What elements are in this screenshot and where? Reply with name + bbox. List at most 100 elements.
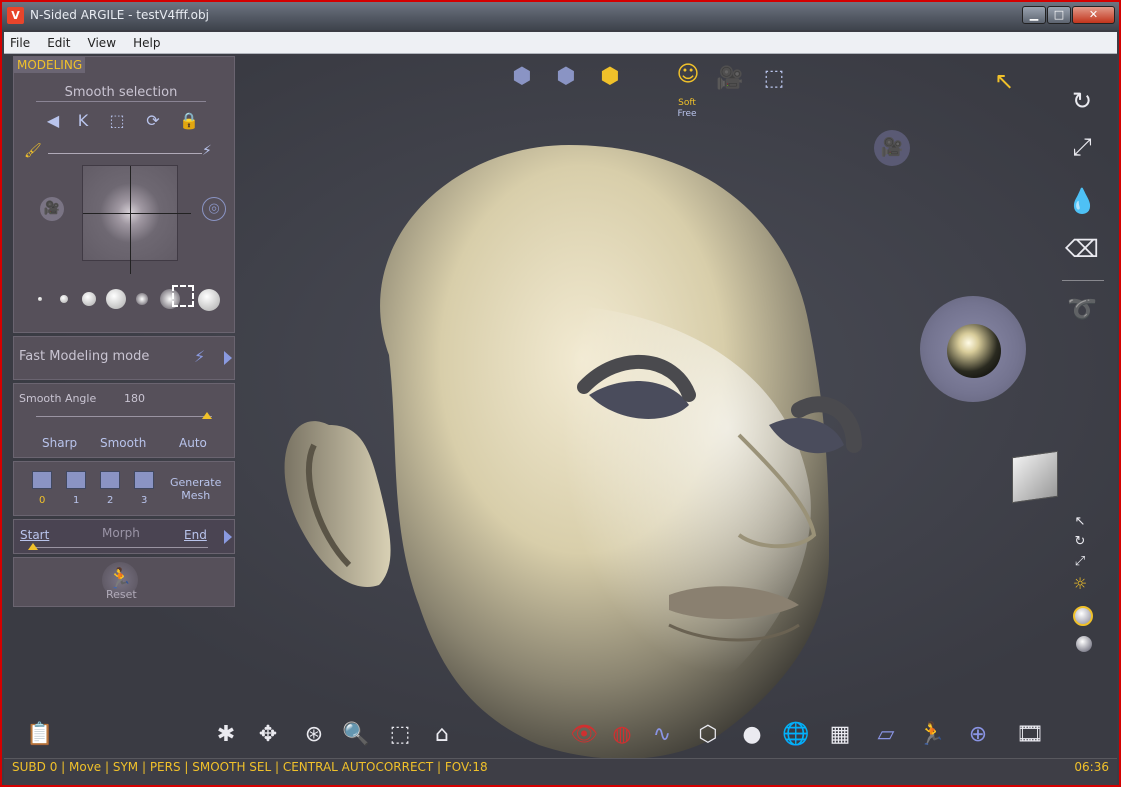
film-camera-icon[interactable]: 🎥 [714,64,746,96]
spotlight-icon[interactable]: ☼ [1068,572,1092,596]
scale-icon[interactable]: ⤢ [1065,130,1099,164]
angle-sharp-option[interactable]: Sharp [42,436,77,450]
zoom-icon[interactable]: 🔍 [340,720,372,750]
brush-soft-1[interactable] [136,293,148,305]
subd-level-1-icon[interactable] [66,471,86,489]
shaded-sphere-icon[interactable]: ● [736,720,768,750]
brush-lightning-icon[interactable]: ⚡ [202,143,212,159]
select-first-icon[interactable]: ◀ [42,111,64,131]
smooth-selection-label: Smooth selection [36,85,206,102]
menu-edit[interactable]: Edit [41,33,76,50]
brush-soft-icon[interactable]: 🖌 [24,143,42,159]
brush-camera-icon[interactable]: 🎥 [40,197,64,221]
wire-sphere-icon[interactable]: ◍ [606,720,638,750]
head-model[interactable] [269,125,869,758]
generate-mesh-line1: Generate [170,476,222,489]
morph-start-link[interactable]: Start [20,528,49,542]
brush-size-1[interactable] [38,297,42,301]
menu-file[interactable]: File [4,33,36,50]
face-select-icon[interactable]: ⬢ [594,62,626,94]
angle-smooth-option[interactable]: Smooth [100,436,146,450]
eraser-icon[interactable]: ⌫ [1065,232,1099,266]
symmetry-icon[interactable]: ✱ [210,720,242,750]
edge-select-icon[interactable]: ⬢ [550,62,582,94]
status-bar: SUBD 0 | Move | SYM | PERS | SMOOTH SEL … [4,758,1117,775]
notes-icon[interactable]: 📋 [24,720,56,750]
brush-strength-slider[interactable] [48,153,202,154]
subd-level-1: 1 [73,495,80,506]
morph-label: Morph [102,526,140,540]
morph-slider[interactable] [30,547,208,548]
maximize-button[interactable]: □ [1047,6,1071,24]
toolbar-divider [1062,280,1104,281]
small-pointer-icon[interactable]: ↖ [1068,512,1092,532]
perspective-icon[interactable]: ⬚ [758,64,790,96]
minimize-button[interactable]: ▁ [1022,6,1046,24]
soft-free-icon[interactable]: ☺ [672,60,704,92]
fast-mode-expand-icon[interactable] [224,351,232,365]
select-k-icon[interactable]: K [72,111,94,131]
select-refresh-icon[interactable]: ⟳ [142,111,164,131]
ear-shape [284,421,391,587]
add-sphere-icon[interactable]: ⊕ [962,720,994,750]
subd-level-3: 3 [141,495,148,506]
close-button[interactable]: ✕ [1072,6,1115,24]
globe-icon[interactable]: 🌐 [780,720,812,750]
vertex-select-icon[interactable]: ⬢ [506,62,538,94]
brush-profile[interactable] [82,165,191,274]
orbit-icon[interactable]: ⊛ [298,720,330,750]
eye-icon[interactable]: 👁 [568,720,600,750]
wire-cube-icon[interactable]: ⬡ [692,720,724,750]
frame-icon[interactable]: ⬚ [384,720,416,750]
surface-icon[interactable]: ∿ [646,720,678,750]
brush-size-3[interactable] [82,292,96,306]
brush-target-icon[interactable]: ◎ [202,197,226,221]
small-scale-icon[interactable]: ⤢ [1068,552,1092,572]
subdivision-section: 0 1 2 3 Generate Mesh [13,461,235,516]
camera-mode-icon[interactable]: 🎥 [874,130,910,166]
free-label: Free [677,109,697,119]
select-rect-icon[interactable]: ⬚ [106,111,128,131]
brush-size-2[interactable] [60,295,68,303]
morph-expand-icon[interactable] [224,530,232,544]
morph-section: Start Morph End [13,519,235,554]
pointer-icon[interactable]: ↖ [987,64,1021,98]
small-rotate-icon[interactable]: ↻ [1068,532,1092,552]
matcap-sphere-icon[interactable] [1076,636,1092,652]
angle-auto-option[interactable]: Auto [179,436,207,450]
home-icon[interactable]: ⌂ [426,720,458,750]
morph-end-link[interactable]: End [184,528,207,542]
generate-mesh-button[interactable]: Generate Mesh [170,476,221,502]
brush-profile-vline [130,166,131,274]
checker-icon[interactable]: ▦ [824,720,856,750]
subd-level-0: 0 [39,495,46,506]
select-lock-icon[interactable]: 🔒 [178,111,200,131]
brush-size-5[interactable] [198,289,220,311]
plane-icon[interactable]: ▱ [870,720,902,750]
subd-level-2: 2 [107,495,114,506]
modeling-tab[interactable]: MODELING [14,57,86,73]
subd-level-2-icon[interactable] [100,471,120,489]
menu-view[interactable]: View [82,33,122,50]
material-sphere-icon[interactable] [1073,606,1093,626]
menu-bar: File Edit View Help [4,32,1117,54]
smooth-angle-slider[interactable] [36,416,212,417]
light-gizmo[interactable] [920,296,1026,402]
brush-size-4[interactable] [106,289,126,309]
light-sphere-icon [947,324,1001,378]
status-time: 06:36 [1074,760,1109,774]
menu-help[interactable]: Help [127,33,166,50]
lasso-icon[interactable]: ➰ [1065,292,1099,326]
subd-level-3-icon[interactable] [134,471,154,489]
film-strip-icon[interactable]: 🎞 [1014,720,1046,750]
fast-mode-lightning-icon[interactable]: ⚡ [194,347,205,366]
rotate-icon[interactable]: ↻ [1065,84,1099,118]
morph-handle[interactable] [28,543,38,550]
left-panel: MODELING Smooth selection ◀ K ⬚ ⟳ 🔒 🖌 ⚡ … [13,56,235,610]
drop-icon[interactable]: 💧 [1065,184,1099,218]
subd-level-0-icon[interactable] [32,471,52,489]
move-icon[interactable]: ✥ [252,720,284,750]
smooth-angle-handle[interactable] [202,412,212,419]
view-cube-icon[interactable] [1012,450,1058,504]
figure-icon[interactable]: 🏃 [916,720,948,750]
